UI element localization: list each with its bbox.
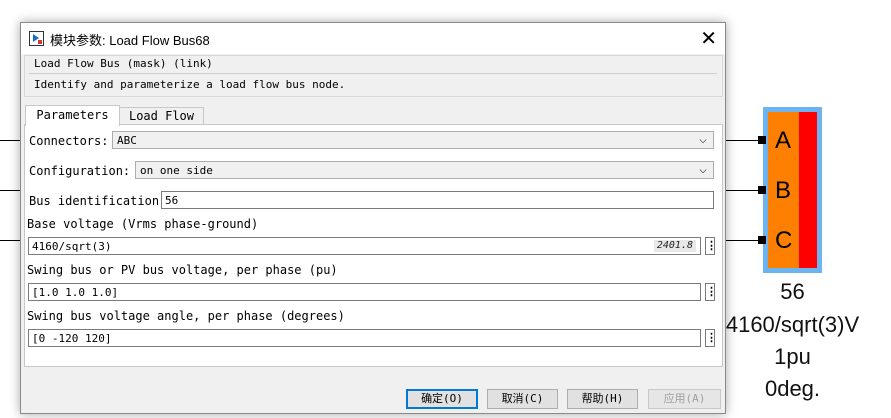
evaluated-value-badge: 2401.8: [653, 240, 696, 252]
tab-load-flow[interactable]: Load Flow: [119, 107, 204, 125]
block-annotation-pu: 1pu: [774, 344, 811, 369]
port-a-label: A: [775, 127, 792, 154]
port-b-connector[interactable]: [758, 186, 766, 194]
bus-identification-label: Bus identification: [29, 194, 160, 208]
kebab-menu-icon[interactable]: ⋮: [705, 237, 717, 255]
tab-parameters[interactable]: Parameters: [25, 105, 120, 126]
chevron-down-icon: ⌵: [699, 132, 707, 147]
connectors-select[interactable]: ABC ⌵: [112, 131, 714, 149]
cancel-button[interactable]: 取消(C): [487, 389, 558, 409]
mask-type-line: Load Flow Bus (mask) (link): [34, 57, 213, 70]
description-divider: [29, 73, 717, 74]
wire-right-b: [724, 190, 760, 191]
configuration-value: on one side: [140, 164, 213, 177]
help-button[interactable]: 帮助(H): [567, 389, 638, 409]
block-annotation-voltage: 4160/sqrt(3)V: [725, 312, 860, 337]
apply-button[interactable]: 应用(A): [648, 389, 721, 409]
connectors-label: Connectors:: [29, 134, 109, 148]
configuration-label: Configuration:: [29, 164, 131, 178]
base-voltage-field[interactable]: 4160/sqrt(3) 2401.8: [28, 237, 701, 255]
parameters-panel: Connectors: ABC ⌵ Configuration: on one …: [24, 124, 723, 367]
block-parameters-dialog: 模块参数: Load Flow Bus68 ✕ Load Flow Bus (m…: [20, 22, 726, 414]
mask-description-text: Identify and parameterize a load flow bu…: [34, 78, 346, 91]
chevron-down-icon: ⌵: [699, 162, 707, 177]
swing-voltage-field[interactable]: [1.0 1.0 1.0]: [28, 283, 701, 301]
swing-voltage-label: Swing bus or PV bus voltage, per phase (…: [27, 263, 338, 277]
dialog-title: 模块参数: Load Flow Bus68: [50, 33, 210, 48]
bus-identification-field[interactable]: 56: [161, 191, 714, 209]
block-annotation-angle: 0deg.: [764, 376, 821, 401]
base-voltage-label: Base voltage (Vrms phase-ground): [27, 217, 259, 231]
mask-description-box: Load Flow Bus (mask) (link) Identify and…: [24, 55, 723, 97]
swing-angle-label: Swing bus voltage angle, per phase (degr…: [27, 309, 345, 323]
port-c-label: C: [775, 227, 793, 254]
kebab-menu-icon[interactable]: ⋮: [705, 329, 717, 347]
wire-right-c: [724, 240, 760, 241]
block-annotation-bus-id: 56: [780, 279, 805, 304]
configuration-select[interactable]: on one side ⌵: [135, 161, 714, 179]
port-c-connector[interactable]: [758, 236, 766, 244]
block-accent-bar: [799, 112, 817, 268]
base-voltage-value: 4160/sqrt(3): [32, 240, 112, 253]
port-a-connector[interactable]: [758, 136, 766, 144]
simulink-app-icon: [29, 31, 44, 46]
swing-angle-field[interactable]: [0 -120 120]: [28, 329, 701, 347]
port-b-label: B: [775, 177, 792, 204]
ok-button[interactable]: 确定(O): [406, 389, 478, 409]
close-icon[interactable]: ✕: [700, 26, 717, 51]
connectors-value: ABC: [117, 134, 137, 147]
kebab-menu-icon[interactable]: ⋮: [705, 283, 717, 301]
dialog-titlebar[interactable]: 模块参数: Load Flow Bus68 ✕: [21, 23, 725, 54]
wire-right-a: [724, 140, 760, 141]
